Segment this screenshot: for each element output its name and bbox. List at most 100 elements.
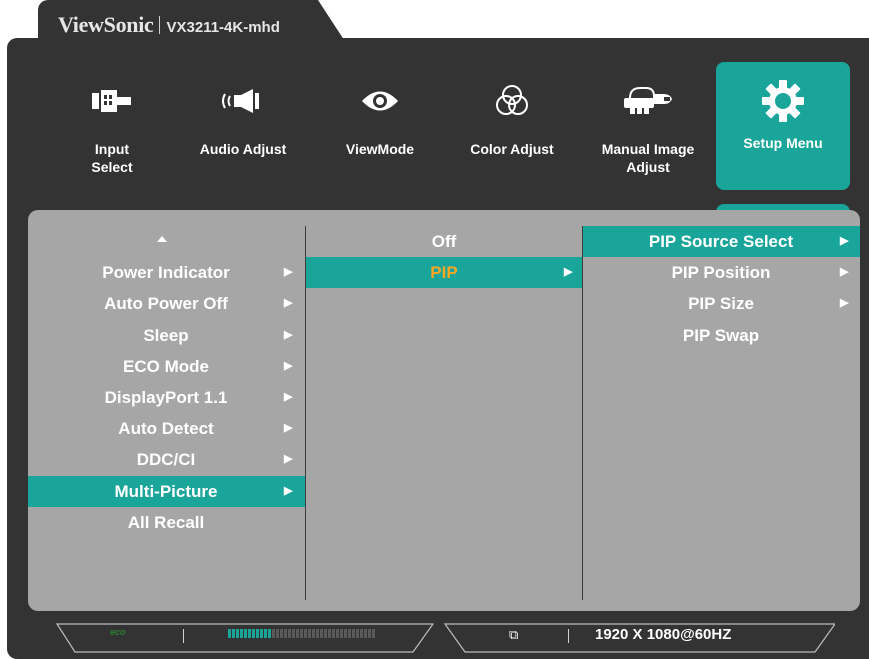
energy-segment <box>264 629 267 638</box>
menu-item-label: DDC/CI <box>136 450 196 469</box>
hand-icon <box>588 76 708 126</box>
top-menu-manual-image-adjust[interactable]: Manual Image Adjust <box>588 62 708 190</box>
speaker-icon <box>183 76 303 126</box>
top-menu-label: ViewMode <box>345 141 415 157</box>
energy-segment <box>340 629 343 638</box>
submenu-arrow-icon: ▶ <box>284 297 293 309</box>
submenu-arrow-icon: ▶ <box>564 266 573 278</box>
menu-item-all-recall[interactable]: All Recall <box>28 507 305 538</box>
energy-segment <box>320 629 323 638</box>
energy-segment <box>260 629 263 638</box>
energy-segment <box>272 629 275 638</box>
energy-segment <box>328 629 331 638</box>
top-menu-label: Audio Adjust <box>199 141 287 157</box>
energy-segment <box>284 629 287 638</box>
scroll-up-icon[interactable] <box>157 236 167 242</box>
menu-item-label: Sleep <box>143 326 189 345</box>
energy-segment <box>356 629 359 638</box>
brand-logo: ViewSonic <box>58 12 154 37</box>
menu-item-power-indicator[interactable]: Power Indicator ▶ <box>28 257 305 288</box>
top-menu-viewmode[interactable]: ViewMode <box>320 62 440 190</box>
energy-segment <box>288 629 291 638</box>
top-menu-input-select[interactable]: Input Select <box>52 62 172 190</box>
energy-segment <box>352 629 355 638</box>
top-menu-label: Manual Image Adjust <box>601 141 695 175</box>
menu-item-pip-source-select[interactable]: PIP Source Select ▶ <box>583 226 860 257</box>
input-select-icon <box>52 76 172 126</box>
menu-item-label: Off <box>431 232 457 251</box>
submenu-arrow-icon: ▶ <box>840 235 849 247</box>
menu-item-off[interactable]: Off <box>306 226 582 257</box>
menu-item-pip-position[interactable]: PIP Position ▶ <box>583 257 860 288</box>
menu-item-label: DisplayPort 1.1 <box>104 388 228 407</box>
menu-item-label: PIP Source Select <box>648 232 794 251</box>
top-menu-audio-adjust[interactable]: Audio Adjust <box>183 62 303 190</box>
energy-segment <box>244 629 247 638</box>
energy-segment <box>228 629 231 638</box>
energy-segment <box>268 629 271 638</box>
eco-icon: eco <box>110 627 126 637</box>
energy-segment <box>296 629 299 638</box>
top-menu-color-adjust[interactable]: Color Adjust <box>452 62 572 190</box>
energy-segment <box>280 629 283 638</box>
submenu-arrow-icon: ▶ <box>840 297 849 309</box>
energy-segment <box>256 629 259 638</box>
menu-item-auto-detect[interactable]: Auto Detect ▶ <box>28 413 305 444</box>
submenu-arrow-icon: ▶ <box>284 485 293 497</box>
energy-segment <box>364 629 367 638</box>
energy-segment <box>308 629 311 638</box>
energy-segment <box>316 629 319 638</box>
energy-segment <box>300 629 303 638</box>
menu-item-pip[interactable]: PIP ▶ <box>306 257 582 288</box>
energy-segment <box>324 629 327 638</box>
top-menu-label: Input Select <box>91 141 133 175</box>
menu-item-label: Auto Detect <box>118 419 214 438</box>
menu-item-label: PIP Swap <box>682 326 760 345</box>
brand-header: ViewSonic VX3211-4K-mhd <box>58 12 280 38</box>
brand-separator <box>159 16 161 34</box>
menu-item-label: All Recall <box>127 513 205 532</box>
energy-segment <box>248 629 251 638</box>
top-menu-setup-menu[interactable]: Setup Menu <box>716 62 850 190</box>
menu-item-eco-mode[interactable]: ECO Mode ▶ <box>28 351 305 382</box>
menu-item-label: PIP Position <box>671 263 771 282</box>
menu-item-multi-picture[interactable]: Multi-Picture ▶ <box>28 476 305 507</box>
status-separator <box>568 629 569 643</box>
status-separator <box>183 629 184 643</box>
energy-segment <box>344 629 347 638</box>
menu-item-auto-power-off[interactable]: Auto Power Off ▶ <box>28 288 305 319</box>
color-circles-icon <box>452 76 572 126</box>
top-menu-label: Color Adjust <box>470 141 554 157</box>
menu-item-ddc-ci[interactable]: DDC/CI ▶ <box>28 444 305 475</box>
energy-segment <box>360 629 363 638</box>
submenu-arrow-icon: ▶ <box>284 391 293 403</box>
energy-segment <box>236 629 239 638</box>
top-menu-label: Setup Menu <box>743 135 823 151</box>
energy-segment <box>312 629 315 638</box>
external-link-icon: ⧉ <box>509 627 519 642</box>
menu-item-pip-size[interactable]: PIP Size ▶ <box>583 288 860 319</box>
energy-segment <box>232 629 235 638</box>
resolution-readout: 1920 X 1080@60HZ <box>595 626 732 643</box>
menu-item-label: Multi-Picture <box>114 482 218 501</box>
eye-icon <box>320 76 440 126</box>
energy-segment <box>368 629 371 638</box>
submenu-arrow-icon: ▶ <box>284 360 293 372</box>
submenu-arrow-icon: ▶ <box>840 266 849 278</box>
menu-item-label: PIP <box>430 263 458 282</box>
energy-segment <box>336 629 339 638</box>
submenu-arrow-icon: ▶ <box>284 453 293 465</box>
energy-level-bar <box>228 629 376 638</box>
menu-item-label: Auto Power Off <box>104 294 228 313</box>
submenu-arrow-icon: ▶ <box>284 266 293 278</box>
energy-segment <box>304 629 307 638</box>
energy-segment <box>332 629 335 638</box>
menu-item-label: PIP Size <box>688 294 754 313</box>
energy-segment <box>292 629 295 638</box>
menu-item-pip-swap[interactable]: PIP Swap <box>583 320 860 351</box>
submenu-arrow-icon: ▶ <box>284 329 293 341</box>
menu-item-label: Power Indicator <box>102 263 230 282</box>
menu-item-sleep[interactable]: Sleep ▶ <box>28 320 305 351</box>
menu-item-displayport[interactable]: DisplayPort 1.1 ▶ <box>28 382 305 413</box>
energy-segment <box>252 629 255 638</box>
